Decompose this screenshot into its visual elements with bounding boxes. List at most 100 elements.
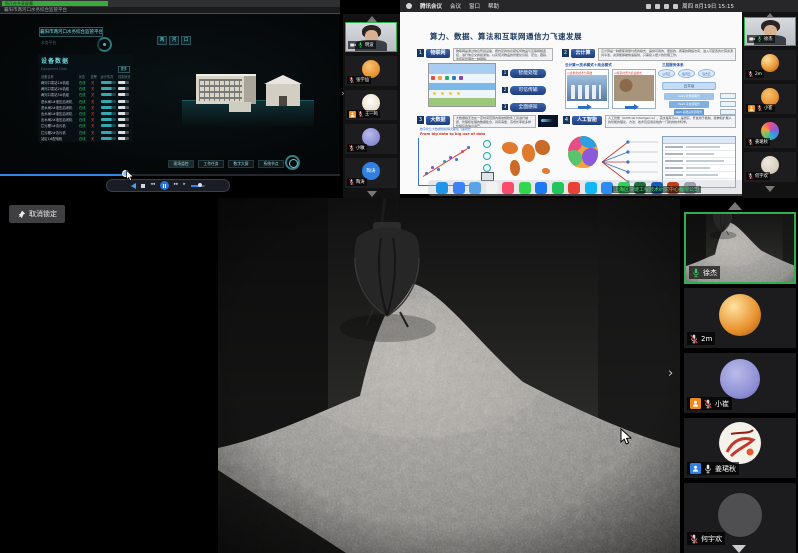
participant-tile[interactable]: 陶涛 陶涛 (345, 158, 397, 188)
menu-help[interactable]: 帮助 (488, 2, 499, 10)
world-map (502, 138, 550, 186)
menu-window[interactable]: 窗口 (469, 2, 480, 10)
pause-button[interactable] (160, 181, 169, 190)
mic-muted-icon (704, 399, 712, 409)
participant-name: 何宇欢 (701, 534, 722, 544)
tag3-number: 3 (502, 104, 508, 110)
cursor-secondary (126, 170, 134, 182)
dock-icon-mail[interactable] (469, 182, 481, 194)
participant-chip: 陶涛 (347, 178, 367, 186)
hand-raised-badge (690, 398, 701, 409)
section4-label: 人工智能 (572, 116, 602, 125)
screen-collage: 您正在共享屏幕 襄阳市两河口水务综合监管平台 襄阳市两河口水务综合监管平台 水务… (0, 0, 798, 553)
dashboard-window: 您正在共享屏幕 襄阳市两河口水务综合监管平台 襄阳市两河口水务综合监管平台 水务… (0, 0, 343, 198)
participant-tile[interactable]: 王一鸣 (345, 90, 397, 120)
participant-tile[interactable]: 小崔 (744, 84, 796, 114)
participant-tile[interactable]: 徐杰 (744, 17, 796, 46)
saas-bar: SaaS 软件即服务 (664, 93, 714, 100)
map-button-1: 两 (157, 36, 167, 45)
section3-label: 大数据 (426, 116, 450, 125)
macos-meeting-window: 腾讯会议 会议 窗口 帮助 周四 8月19日 15:15 算力、数据、算法和互联… (400, 0, 798, 198)
participant-chip: 姜珺秋 (687, 462, 739, 475)
participant-name: 姜珺秋 (755, 139, 768, 145)
strip-collapse-chevron[interactable]: › (668, 366, 673, 381)
participant-tile[interactable]: 姜珺秋 (684, 418, 796, 478)
participant-name: 姜珺秋 (715, 464, 736, 474)
menu-meeting[interactable]: 会议 (450, 2, 461, 10)
public-cloud: 公有云 (658, 69, 675, 78)
mic-muted-icon (748, 71, 753, 77)
section1-label: 物联网 (426, 49, 450, 58)
3d-building-main (196, 74, 256, 104)
participant-tile[interactable]: 何宇欢 (744, 152, 796, 182)
ctrl-bar (118, 93, 129, 96)
mic-muted-icon (358, 111, 363, 117)
dock-icon-wechat[interactable] (552, 182, 564, 194)
participant-tile[interactable]: 明波 (345, 22, 397, 52)
next-button[interactable]: ▸ (183, 183, 185, 188)
emblem-icon (285, 155, 300, 170)
tag1-number: 1 (502, 70, 508, 76)
bigdata-note: 数字化让大数据规模每天都在飞速增长 (420, 127, 471, 131)
participant-tile[interactable]: 小敏 (345, 124, 397, 154)
bluetooth-icon[interactable] (646, 4, 651, 9)
scroll-down-arrow[interactable] (732, 545, 746, 553)
dock-icon-safari[interactable] (453, 182, 465, 194)
scroll-up-arrow[interactable] (728, 202, 742, 210)
screen-share-banner[interactable]: 您正在共享屏幕 (2, 1, 108, 6)
participant-tile[interactable]: 小崔 (684, 353, 796, 413)
run-bar (101, 137, 116, 140)
participant-tile-speaker[interactable]: 徐杰 (684, 212, 796, 284)
mic-muted-icon (349, 77, 354, 83)
unpin-button[interactable]: 取消锁定 (9, 205, 65, 223)
scroll-down-arrow[interactable] (765, 186, 775, 192)
speaking-badge (690, 463, 701, 474)
participant-chip: 小敏 (347, 144, 367, 152)
participant-name: 何宇欢 (755, 173, 768, 179)
dock-icon-appstore[interactable] (535, 182, 547, 194)
menu-app[interactable]: 腾讯会议 (420, 2, 442, 10)
section4-desc: 人工智能（Artificial Intelligence），英文缩写为AI，是研… (605, 115, 736, 128)
participant-tile[interactable]: 2m (744, 50, 796, 80)
map-button-3: 口 (181, 36, 191, 45)
dock-icon-qq[interactable] (585, 182, 597, 194)
flow-arrow-1 (578, 104, 592, 111)
dock-icon-finder[interactable] (436, 182, 448, 194)
device-data-panel: 设备数据 Equipment Data 更多 设备名称 状态 告警 运行情况 控… (38, 54, 133, 142)
tag2-number: 2 (502, 87, 508, 93)
dock-icon-music[interactable] (502, 182, 514, 194)
participant-tile[interactable]: 2m (684, 288, 796, 348)
mic-icon (757, 36, 762, 42)
nav-button-monitor: 现场监控 (168, 160, 194, 168)
section2-label: 云计算 (571, 49, 595, 58)
dock-icon-photos[interactable] (486, 182, 498, 194)
macos-menubar: 腾讯会议 会议 窗口 帮助 周四 8月19日 15:15 (400, 0, 798, 12)
run-bar (101, 87, 116, 90)
mic-muted-icon (748, 139, 753, 145)
participant-tile[interactable]: 何宇欢 (684, 483, 796, 553)
apple-icon[interactable] (406, 3, 412, 9)
participant-name: 2m (701, 335, 712, 343)
stop-button[interactable] (141, 184, 145, 188)
forward-button[interactable]: ▸▸ (174, 183, 179, 188)
person-icon (350, 112, 355, 117)
ctrl-bar (118, 100, 129, 103)
section2-desc: 云计算是一种按使用量付费的模式，提供可用的、便捷的、按需的网络访问，进入可配置的… (598, 48, 736, 61)
playback-progress-fill (0, 174, 127, 176)
participant-tile[interactable]: 姜珺秋 (744, 118, 796, 148)
volume-slider[interactable] (191, 185, 205, 187)
rewind-button[interactable]: ◂◂ (150, 183, 155, 188)
person-icon (692, 400, 699, 407)
dock-icon-facetime[interactable] (519, 182, 531, 194)
nav-button-bigscreen: 数字大屏 (228, 160, 254, 168)
control-center-icon[interactable] (673, 4, 678, 9)
participant-tile[interactable]: 张学仙 (345, 56, 397, 86)
speaker-icon[interactable] (131, 183, 136, 189)
dock-icon-chrome[interactable] (568, 182, 580, 194)
menubar-clock[interactable]: 周四 8月19日 15:15 (682, 2, 734, 10)
wifi-icon[interactable] (655, 4, 660, 9)
video-player-controls: ◂◂ ▸▸ ▸ (106, 179, 230, 192)
scroll-down-arrow[interactable] (367, 191, 377, 197)
device-panel-subtitle: Equipment Data (41, 67, 67, 71)
cloud-left-title: 云计算＝技术模式＋商业模式 (565, 63, 612, 68)
